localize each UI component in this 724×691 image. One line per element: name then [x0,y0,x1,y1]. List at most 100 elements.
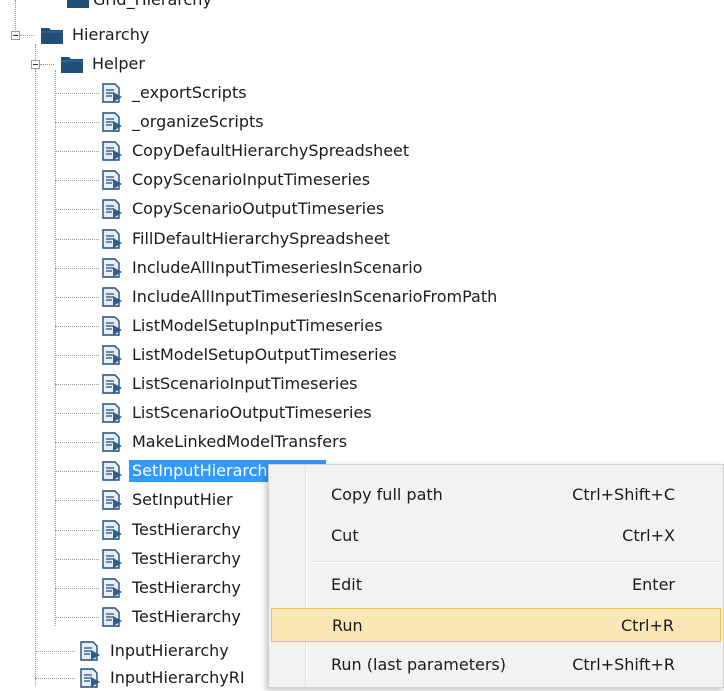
tree-line [55,413,99,414]
tree-node-input-hierarchy[interactable]: InputHierarchy [78,638,232,664]
tree-node-script[interactable]: ListModelSetupOutputTimeseries [100,342,400,368]
script-icon [102,578,122,598]
menu-item-shortcut: Enter [632,574,675,594]
tree-line [55,530,99,531]
tree-node-script[interactable]: TestHierarchy [100,575,244,601]
menu-item-label: Copy full path [331,484,443,504]
script-icon [102,461,122,481]
script-icon [102,549,122,569]
tree-node-script[interactable]: FillDefaultHierarchySpreadsheet [100,226,393,252]
tree-line [55,151,99,152]
tree-line [35,678,75,679]
menu-item-label: Run [332,615,363,635]
tree-node-script[interactable]: _exportScripts [100,80,250,106]
tree-node-label: Grid_Hierarchy [90,0,215,9]
tree-node-script[interactable]: MakeLinkedModelTransfers [100,429,350,455]
tree-node-label: _organizeScripts [132,112,264,131]
script-icon [102,229,122,249]
tree-line [55,559,99,560]
tree-node-label: ListModelSetupInputTimeseries [132,316,383,335]
tree-node-script[interactable]: _organizeScripts [100,109,267,135]
tree-node-label: ListScenarioOutputTimeseries [132,403,372,422]
tree-node-script[interactable]: CopyScenarioOutputTimeseries [100,196,387,222]
tree-line [55,93,99,94]
script-icon [102,403,122,423]
folder-icon [67,0,89,8]
tree-node-grid-hierarchy[interactable]: Grid_Hierarchy [66,0,215,10]
tree-node-label: FillDefaultHierarchySpreadsheet [132,229,390,248]
script-icon [102,112,122,132]
tree-node-script[interactable]: CopyScenarioInputTimeseries [100,167,373,193]
menu-item-copy-full-path[interactable]: Copy full path Ctrl+Shift+C [271,477,721,511]
tree-node-label: MakeLinkedModelTransfers [132,432,348,451]
menu-item-label: Run (last parameters) [331,654,506,674]
tree-node-script[interactable]: ListScenarioInputTimeseries [100,371,361,397]
tree-line [55,471,99,472]
script-icon [102,83,122,103]
tree-line [55,180,99,181]
tree-node-label: InputHierarchy [110,641,229,660]
menu-item-shortcut: Ctrl+Shift+R [572,654,675,674]
tree-node-hierarchy[interactable]: Hierarchy [40,22,152,48]
tree-node-label: InputHierarchyRI [110,668,245,687]
script-icon [102,141,122,161]
tree-node-label: IncludeAllInputTimeseriesInScenarioFromP… [132,287,498,306]
menu-item-edit[interactable]: Edit Enter [271,567,721,601]
tree-node-label: TestHierarchy [132,578,241,597]
menu-item-run[interactable]: Run Ctrl+R [271,608,721,642]
menu-item-label: Edit [331,574,362,594]
script-icon [102,520,122,540]
tree-node-script[interactable]: TestHierarchy [100,604,244,630]
tree-node-script[interactable]: IncludeAllInputTimeseriesInScenarioFromP… [100,284,500,310]
tree-node-script[interactable]: ListScenarioOutputTimeseries [100,400,375,426]
script-icon [80,641,100,661]
menu-item-run-last-parameters[interactable]: Run (last parameters) Ctrl+Shift+R [271,647,721,681]
tree-line [55,617,99,618]
menu-item-cut[interactable]: Cut Ctrl+X [271,518,721,552]
tree-node-script[interactable]: ListModelSetupInputTimeseries [100,313,386,339]
tree-node-label: ListScenarioInputTimeseries [132,374,358,393]
menu-separator [311,561,719,563]
tree-node-script[interactable]: CopyDefaultHierarchySpreadsheet [100,138,412,164]
menu-item-shortcut: Ctrl+Shift+C [572,484,675,504]
collapse-icon[interactable] [31,60,40,69]
tree-node-input-hierarchy-ri[interactable]: InputHierarchyRI [78,665,248,691]
script-icon [102,316,122,336]
tree-node-label: _exportScripts [132,83,247,102]
folder-icon [41,28,63,44]
tree-node-label: TestHierarchy [132,520,241,539]
tree-line [55,70,56,626]
script-icon [102,432,122,452]
menu-item-shortcut: Ctrl+X [622,525,675,545]
tree-line [55,500,99,501]
tree-node-label: Hierarchy [72,25,150,44]
folder-icon [61,57,83,73]
tree-node-label: CopyDefaultHierarchySpreadsheet [132,141,410,160]
tree-line [55,268,99,269]
tree-node-label: Helper [92,54,145,73]
tree-node-script[interactable]: SetInputHier [100,487,236,513]
tree-line [55,588,99,589]
script-icon [102,287,122,307]
script-icon [102,345,122,365]
script-icon [102,170,122,190]
tree-node-script[interactable]: TestHierarchy [100,517,244,543]
tree-node-label: TestHierarchy [132,607,241,626]
tree-node-helper[interactable]: Helper [60,51,148,77]
context-menu: Copy full path Ctrl+Shift+C Cut Ctrl+X E… [268,464,724,688]
tree-line [55,209,99,210]
tree-line [55,355,99,356]
collapse-icon[interactable] [11,31,20,40]
script-icon [102,374,122,394]
tree-node-label: CopyScenarioOutputTimeseries [132,199,385,218]
tree-node-label: ListModelSetupOutputTimeseries [132,345,397,364]
tree-line [20,35,34,36]
tree-line [55,297,99,298]
tree-node-label: TestHierarchy [132,549,241,568]
tree-line [55,442,99,443]
tree-node-script[interactable]: IncludeAllInputTimeseriesInScenario [100,255,425,281]
tree-node-label: CopyScenarioInputTimeseries [132,170,371,189]
tree-line [55,122,99,123]
tree-node-script[interactable]: TestHierarchy [100,546,244,572]
script-icon [102,490,122,510]
